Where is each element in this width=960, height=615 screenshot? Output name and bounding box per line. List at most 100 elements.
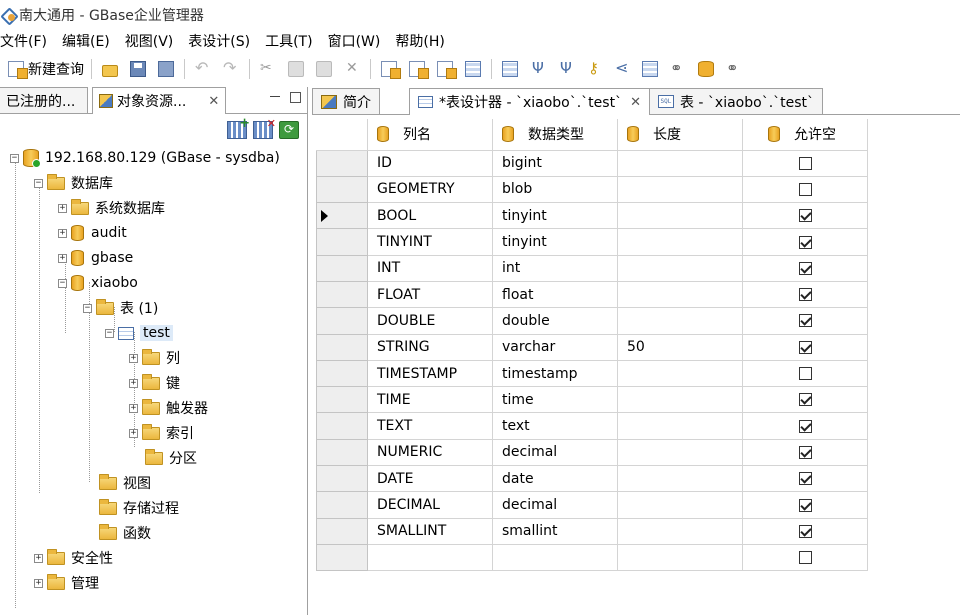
parse-button[interactable] (460, 57, 486, 81)
add-connection-icon[interactable] (227, 116, 250, 139)
menu-table-design[interactable]: 表设计(S) (188, 31, 258, 51)
length-cell[interactable] (617, 359, 743, 388)
data-type-cell[interactable]: blob (492, 175, 618, 204)
primary-key-button[interactable] (581, 57, 607, 81)
nullable-checkbox[interactable] (798, 551, 812, 565)
length-cell[interactable] (617, 491, 743, 519)
tab-table-data[interactable]: SQL 表 - `xiaobo`.`test` (648, 88, 824, 114)
tree-node-partitions[interactable]: 分区 (145, 446, 197, 470)
nullable-checkbox[interactable] (798, 156, 812, 170)
column-name-cell[interactable]: DOUBLE (367, 307, 493, 335)
relationships-button[interactable] (609, 57, 635, 81)
nullable-checkbox[interactable] (798, 419, 812, 433)
row-selector[interactable] (316, 359, 368, 388)
tree-node-security[interactable]: + 安全性 (34, 546, 113, 570)
expand-icon[interactable]: + (129, 378, 138, 388)
close-tab-icon[interactable]: ✕ (630, 95, 641, 110)
length-cell[interactable] (617, 202, 743, 230)
column-name-cell[interactable]: FLOAT (367, 280, 493, 309)
expand-icon[interactable]: + (129, 403, 138, 413)
row-selector[interactable] (316, 254, 368, 282)
generate-script-button[interactable] (693, 57, 719, 81)
table-row[interactable]: TEXT text (316, 412, 868, 440)
table-row[interactable]: GEOMETRY blob (316, 175, 868, 204)
tree-node-server[interactable]: − 192.168.80.129 (GBase - sysdba) (10, 146, 280, 170)
length-cell[interactable] (617, 280, 743, 309)
table-row[interactable]: TINYINT tinyint (316, 228, 868, 256)
data-type-cell[interactable]: int (492, 254, 618, 282)
column-name-cell[interactable] (367, 543, 493, 572)
insert-column-button[interactable] (525, 57, 551, 81)
new-query-button[interactable]: 新建查询 (4, 57, 87, 81)
length-cell[interactable]: 50 (617, 333, 743, 361)
table-row[interactable]: DATE date (316, 465, 868, 493)
tree-node-views[interactable]: 视图 (99, 471, 151, 495)
data-type-cell[interactable]: decimal (492, 491, 618, 519)
tree-node-db-xiaobo[interactable]: − xiaobo (58, 271, 138, 295)
column-name-cell[interactable]: ID (367, 149, 493, 177)
length-cell[interactable] (617, 254, 743, 282)
query-doc-button[interactable] (376, 57, 402, 81)
paste-button[interactable] (311, 57, 337, 81)
expand-icon[interactable]: + (129, 428, 138, 438)
length-cell[interactable] (617, 175, 743, 204)
tree-node-columns[interactable]: + 列 (129, 346, 180, 370)
table-row[interactable]: SMALLINT smallint (316, 517, 868, 545)
row-selector[interactable] (316, 175, 368, 204)
collapse-icon[interactable]: − (105, 328, 114, 338)
data-type-cell[interactable]: decimal (492, 438, 618, 467)
data-type-cell[interactable]: timestamp (492, 359, 618, 388)
table-row[interactable]: ID bigint (316, 149, 868, 177)
manage-button[interactable] (721, 57, 747, 81)
expand-icon[interactable]: + (129, 353, 138, 363)
tree-node-table-test[interactable]: − test (105, 321, 173, 345)
menu-view[interactable]: 视图(V) (125, 31, 182, 51)
column-name-cell[interactable]: STRING (367, 333, 493, 361)
length-cell[interactable] (617, 149, 743, 177)
table-row[interactable]: STRING varchar 50 (316, 333, 868, 361)
data-type-cell[interactable]: text (492, 412, 618, 440)
nullable-checkbox[interactable] (798, 393, 812, 407)
remove-connection-icon[interactable] (253, 117, 276, 139)
tree-node-triggers[interactable]: + 触发器 (129, 396, 208, 420)
length-cell[interactable] (617, 386, 743, 414)
table-row[interactable]: INT int (316, 254, 868, 282)
length-cell[interactable] (617, 543, 743, 572)
tree-node-procedures[interactable]: 存储过程 (99, 496, 179, 520)
row-selector[interactable] (316, 307, 368, 335)
collapse-icon[interactable]: − (10, 153, 19, 163)
row-selector[interactable] (316, 438, 368, 467)
expand-icon[interactable]: + (34, 578, 43, 588)
row-selector[interactable] (316, 517, 368, 545)
data-type-cell[interactable]: double (492, 307, 618, 335)
collapse-icon[interactable]: − (83, 303, 92, 313)
redo-button[interactable] (218, 57, 244, 81)
column-header-length[interactable]: 长度 (617, 119, 743, 151)
data-type-cell[interactable]: float (492, 280, 618, 309)
row-selector[interactable] (316, 412, 368, 440)
row-selector[interactable] (316, 202, 368, 230)
expand-icon[interactable]: + (58, 203, 67, 213)
column-name-cell[interactable]: INT (367, 254, 493, 282)
maximize-icon[interactable] (290, 92, 301, 103)
data-type-cell[interactable]: varchar (492, 333, 618, 361)
collapse-icon[interactable]: − (58, 278, 67, 288)
column-name-cell[interactable]: TINYINT (367, 228, 493, 256)
tree-node-system-databases[interactable]: + 系统数据库 (58, 196, 165, 220)
length-cell[interactable] (617, 517, 743, 545)
table-props-button[interactable] (497, 57, 523, 81)
table-row[interactable]: TIME time (316, 386, 868, 414)
table-row[interactable]: DOUBLE double (316, 307, 868, 335)
constraints-button[interactable] (665, 57, 691, 81)
menu-file[interactable]: 文件(F) (0, 31, 55, 51)
table-row[interactable]: DECIMAL decimal (316, 491, 868, 519)
nullable-checkbox[interactable] (798, 367, 812, 381)
tab-table-designer[interactable]: *表设计器 - `xiaobo`.`test` ✕ (409, 88, 650, 115)
length-cell[interactable] (617, 412, 743, 440)
data-type-cell[interactable]: tinyint (492, 228, 618, 256)
nullable-checkbox[interactable] (798, 314, 812, 328)
row-selector[interactable] (316, 491, 368, 519)
indexes-button[interactable] (637, 57, 663, 81)
data-type-cell[interactable]: date (492, 465, 618, 493)
column-header-type[interactable]: 数据类型 (492, 119, 618, 151)
